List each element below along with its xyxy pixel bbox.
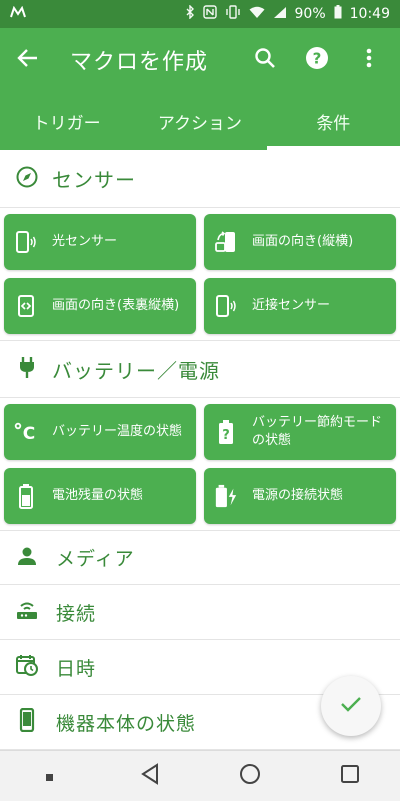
battery-level-icon [14, 483, 38, 509]
section-sensor[interactable]: センサー [0, 150, 400, 208]
tab-bar: トリガー アクション 条件 [0, 92, 400, 150]
page-title: マクロを作成 [70, 50, 209, 75]
tab-triggers[interactable]: トリガー [0, 92, 133, 150]
compass-icon [16, 166, 38, 192]
signal-icon [273, 6, 287, 23]
condition-label: バッテリー温度の状態 [52, 424, 183, 440]
condition-label: バッテリー節約モードの状態 [252, 415, 383, 448]
nav-home-button[interactable] [220, 751, 280, 801]
sensor-grid: 光センサー 画面の向き(縦横) 画面の向き(表裏縦横) 近接センサー [0, 208, 400, 340]
battery-icon [334, 5, 342, 23]
person-icon [16, 545, 38, 571]
wifi-icon [249, 6, 265, 23]
condition-battery-temperature[interactable]: C バッテリー温度の状態 [4, 404, 196, 460]
category-connection[interactable]: 接続 [0, 585, 400, 640]
tab-conditions[interactable]: 条件 [266, 92, 400, 150]
svg-text:?: ? [313, 50, 322, 68]
circle-home-icon [239, 763, 261, 789]
phone-proximity-icon [214, 294, 238, 318]
search-icon [254, 47, 276, 73]
clock: 10:49 [349, 6, 390, 22]
category-media[interactable]: メディア [0, 530, 400, 585]
nav-back-button[interactable] [120, 751, 180, 801]
confirm-fab-button[interactable] [321, 676, 381, 736]
condition-screen-orientation-flip[interactable]: 画面の向き(表裏縦横) [4, 278, 196, 334]
square-recents-icon [340, 764, 360, 788]
nav-recents-button[interactable] [320, 751, 380, 801]
condition-label: 画面の向き(縦横) [252, 234, 354, 250]
category-label: メディア [56, 548, 135, 570]
condition-screen-orientation[interactable]: 画面の向き(縦横) [204, 214, 396, 270]
smartphone-icon [16, 707, 38, 736]
app-bar: マクロを作成 ? [0, 28, 400, 92]
tab-actions[interactable]: アクション [133, 92, 266, 150]
battery-grid: C バッテリー温度の状態 ? バッテリー節約モードの状態 電池残量の状態 電源の… [0, 398, 400, 530]
battery-saver-icon: ? [214, 419, 238, 445]
router-icon [16, 599, 38, 625]
search-button[interactable] [246, 41, 284, 79]
phone-light-icon [14, 230, 38, 254]
category-label: 機器本体の状態 [56, 712, 197, 735]
condition-proximity-sensor[interactable]: 近接センサー [204, 278, 396, 334]
svg-text:?: ? [222, 428, 230, 443]
arrow-left-icon [17, 47, 39, 73]
app-notification-icon [10, 5, 26, 22]
temperature-icon: C [14, 420, 38, 444]
help-icon: ? [305, 46, 329, 74]
more-vert-icon [366, 48, 372, 72]
system-navigation-bar [0, 750, 400, 801]
conditions-list[interactable]: センサー 光センサー 画面の向き(縦横) 画面の向き(表裏縦横) 近接センサー [0, 150, 400, 750]
vibrate-icon [225, 5, 241, 23]
power-plug-icon [16, 355, 38, 383]
battery-charging-icon [214, 483, 238, 509]
recent-apps-small-button[interactable] [20, 751, 80, 801]
condition-label: 近接センサー [252, 298, 331, 314]
screen-rotation-icon [214, 230, 238, 254]
battery-percent: 90% [294, 6, 326, 22]
section-title: センサー [52, 168, 136, 192]
condition-battery-level[interactable]: 電池残量の状態 [4, 468, 196, 524]
check-icon [340, 695, 362, 717]
condition-battery-saver[interactable]: ? バッテリー節約モードの状態 [204, 404, 396, 460]
condition-light-sensor[interactable]: 光センサー [4, 214, 196, 270]
category-label: 日時 [56, 657, 97, 680]
more-options-button[interactable] [350, 41, 388, 79]
section-battery-power[interactable]: バッテリー／電源 [0, 340, 400, 398]
condition-label: 画面の向き(表裏縦横) [52, 298, 180, 314]
condition-power-connection[interactable]: 電源の接続状態 [204, 468, 396, 524]
section-title: バッテリー／電源 [52, 358, 220, 383]
back-button[interactable] [0, 28, 56, 92]
status-bar: 90% 10:49 [0, 0, 400, 28]
category-label: 接続 [56, 602, 97, 625]
svg-text:C: C [23, 424, 35, 444]
triangle-back-icon [140, 763, 160, 789]
condition-label: 電池残量の状態 [52, 488, 144, 504]
small-square-icon [46, 767, 54, 786]
bluetooth-icon [185, 4, 195, 23]
nfc-icon [202, 5, 217, 23]
help-button[interactable]: ? [298, 41, 336, 79]
screen-flip-icon [14, 294, 38, 318]
condition-label: 電源の接続状態 [252, 488, 344, 504]
calendar-clock-icon [16, 654, 38, 680]
condition-label: 光センサー [52, 234, 118, 250]
